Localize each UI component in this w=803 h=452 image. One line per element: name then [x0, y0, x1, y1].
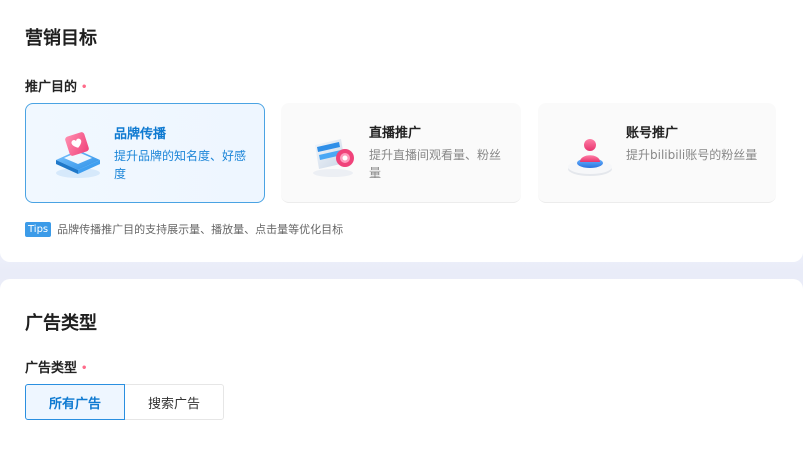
purpose-option-brand[interactable]: 品牌传播 提升品牌的知名度、好感度 — [25, 103, 265, 203]
promotion-purpose-label-text: 推广目的 — [25, 80, 78, 95]
ad-type-label: 广告类型 • — [25, 357, 87, 376]
live-camera-icon — [313, 139, 354, 177]
purpose-option-title: 直播推广 — [369, 126, 422, 141]
tips-badge: Tips — [25, 221, 52, 237]
marketing-goal-card: 营销目标 推广目的 • 品牌传播 提升品牌的知名度、好感度 直播推广 提升直播间… — [0, 0, 803, 262]
tips-row: Tips 品牌传播推广目的支持展示量、播放量、点击量等优化目标 — [25, 221, 343, 237]
purpose-option-account[interactable]: 账号推广 提升bilibili账号的粉丝量 — [538, 103, 776, 203]
purpose-option-live[interactable]: 直播推广 提升直播间观看量、粉丝量 — [281, 103, 521, 203]
ad-type-option-all[interactable]: 所有广告 — [25, 384, 125, 420]
purpose-option-desc: 提升直播间观看量、粉丝量 — [369, 148, 502, 180]
ad-type-title: 广告类型 — [25, 313, 97, 334]
required-mark: • — [81, 82, 88, 93]
ad-type-option-search[interactable]: 搜索广告 — [124, 384, 224, 420]
purpose-option-desc: 提升bilibili账号的粉丝量 — [626, 148, 758, 162]
account-user-icon — [568, 139, 612, 176]
purpose-option-desc: 提升品牌的知名度、好感度 — [114, 149, 247, 181]
ad-type-label-text: 广告类型 — [25, 361, 78, 376]
brand-heart-box-icon — [56, 132, 100, 178]
promotion-purpose-label: 推广目的 • — [25, 76, 87, 95]
purpose-option-title: 账号推广 — [626, 126, 679, 141]
purpose-option-title: 品牌传播 — [114, 127, 167, 142]
required-mark: • — [81, 363, 88, 374]
tips-text: 品牌传播推广目的支持展示量、播放量、点击量等优化目标 — [57, 223, 344, 236]
marketing-goal-title: 营销目标 — [25, 28, 97, 49]
ad-type-card: 广告类型 广告类型 • — [0, 279, 803, 452]
